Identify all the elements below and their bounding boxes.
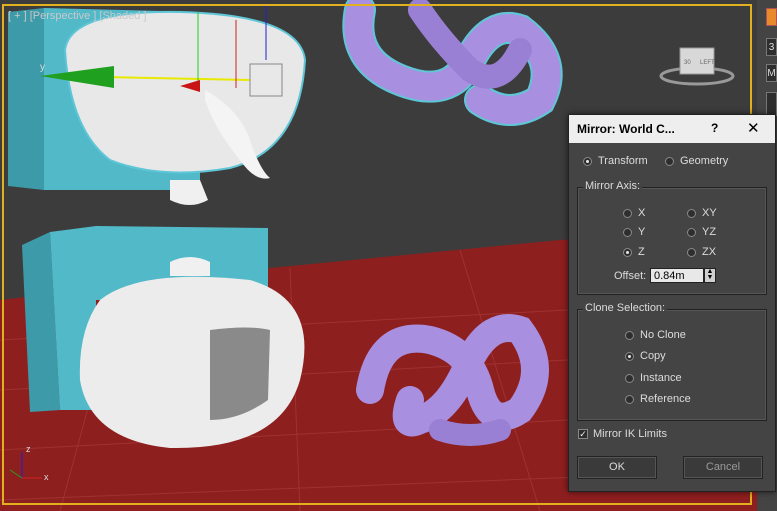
mode-geometry[interactable]: Geometry — [665, 155, 728, 167]
mode-transform[interactable]: Transform — [583, 155, 648, 167]
strip-button-1[interactable]: 3 — [766, 38, 777, 56]
axis-y[interactable]: Y — [623, 226, 645, 238]
axis-xy[interactable]: XY — [687, 207, 717, 219]
clone-copy[interactable]: Copy — [625, 350, 666, 362]
axis-zx[interactable]: ZX — [687, 246, 716, 258]
radio-icon — [583, 156, 592, 166]
clone-instance[interactable]: Instance — [625, 372, 682, 384]
cancel-button[interactable]: Cancel — [683, 456, 763, 479]
axis-x-label: x — [44, 472, 49, 482]
clone-selection-title: Clone Selection: — [583, 302, 668, 314]
radio-icon — [665, 156, 674, 166]
dialog-titlebar[interactable]: Mirror: World C... ? ✕ — [569, 115, 775, 143]
checkmark-icon: ✓ — [578, 429, 588, 439]
offset-input[interactable]: 0.84m — [650, 268, 704, 283]
offset-label: Offset: — [614, 270, 647, 282]
mirror-dialog: Mirror: World C... ? ✕ Transform Geometr… — [568, 114, 776, 492]
help-icon[interactable]: ? — [711, 121, 718, 135]
strip-button-3[interactable] — [766, 92, 777, 116]
ok-button[interactable]: OK — [577, 456, 657, 479]
mirrored-knot — [342, 0, 563, 126]
viewcube-left-label: LEFT — [700, 60, 715, 66]
close-icon[interactable]: ✕ — [747, 119, 760, 137]
axis-yz[interactable]: YZ — [687, 226, 716, 238]
mirrored-wall — [8, 8, 44, 190]
viewcube-front-label: 30 — [684, 60, 691, 66]
mirror-ik-checkbox[interactable]: ✓ Mirror IK Limits — [578, 428, 667, 440]
offset-spinner[interactable]: ▲ ▼ — [704, 268, 716, 283]
viewcube — [659, 47, 735, 86]
viewport-label[interactable]: [ + ] [Perspective ] [Shaded ] — [8, 10, 147, 22]
axis-x[interactable]: X — [623, 207, 645, 219]
gizmo-y-label: y — [40, 62, 45, 73]
axis-z-label: z — [26, 444, 31, 454]
clone-no-clone[interactable]: No Clone — [625, 329, 686, 341]
render-icon[interactable] — [766, 8, 777, 26]
dialog-title: Mirror: World C... — [577, 122, 675, 136]
mirror-axis-title: Mirror Axis: — [583, 180, 642, 192]
clone-reference[interactable]: Reference — [625, 393, 691, 405]
axis-z[interactable]: Z — [623, 246, 645, 258]
strip-button-2[interactable]: M — [766, 64, 777, 82]
